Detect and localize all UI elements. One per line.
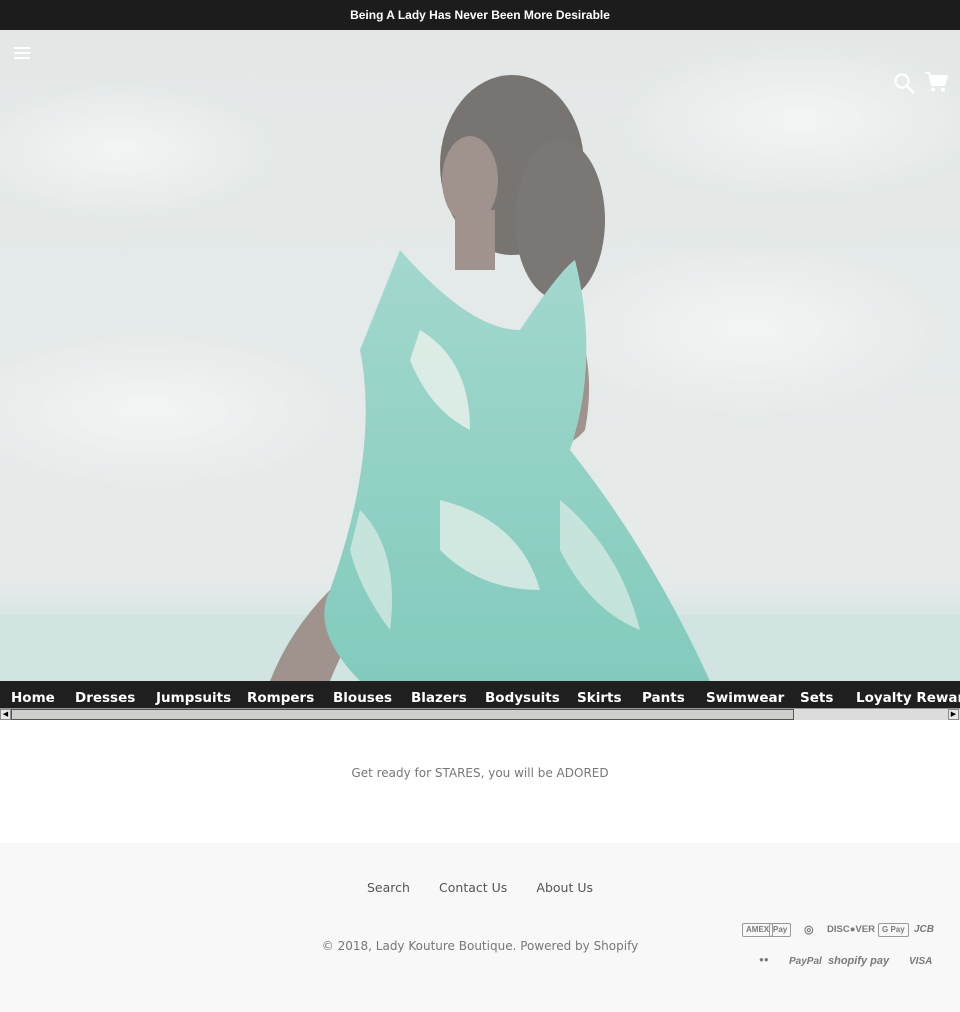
category-nav: Home Dresses Jumpsuits Rompers Blouses B… (0, 681, 960, 708)
nav-item-loyalty-rewards[interactable]: Loyalty Rewards (856, 681, 960, 708)
hamburger-menu-icon[interactable] (14, 44, 36, 62)
nav-item-skirts[interactable]: Skirts (577, 681, 621, 708)
hero-overlay (0, 30, 960, 681)
tagline: Get ready for STARES, you will be ADORED (351, 766, 609, 780)
footer-link-search[interactable]: Search (367, 880, 410, 895)
search-icon[interactable] (893, 72, 915, 94)
nav-item-pants[interactable]: Pants (642, 681, 685, 708)
cart-icon[interactable] (924, 71, 948, 93)
footer-link-about-us[interactable]: About Us (536, 880, 593, 895)
scroll-left-arrow-icon[interactable]: ◀ (0, 709, 11, 720)
nav-item-dresses[interactable]: Dresses (75, 681, 135, 708)
hero-banner (0, 30, 960, 681)
nav-item-home[interactable]: Home (11, 681, 55, 708)
copyright: © 2018, Lady Kouture Boutique. Powered b… (321, 939, 639, 953)
site-footer: Search Contact Us About Us © 2018, Lady … (0, 843, 960, 1012)
nav-horizontal-scrollbar[interactable]: ◀ ▶ (0, 708, 960, 720)
nav-item-rompers[interactable]: Rompers (247, 681, 314, 708)
nav-item-jumpsuits[interactable]: Jumpsuits (156, 681, 231, 708)
shopify-pay-icon: shopify pay (828, 955, 890, 967)
nav-item-sets[interactable]: Sets (800, 681, 833, 708)
apple-pay-icon: Pay (769, 923, 792, 937)
nav-item-swimwear[interactable]: Swimwear (706, 681, 784, 708)
footer-link-contact-us[interactable]: Contact Us (439, 880, 507, 895)
scrollbar-thumb[interactable] (11, 709, 794, 720)
announcement-bar: Being A Lady Has Never Been More Desirab… (0, 0, 960, 30)
announcement-text: Being A Lady Has Never Been More Desirab… (350, 8, 610, 22)
footer-links: Search Contact Us About Us (0, 877, 960, 896)
discover-icon: DISC●VER (827, 924, 875, 935)
jcb-icon: JCB (914, 924, 935, 935)
visa-icon: VISA (909, 956, 933, 967)
diners-club-icon: ◎ (804, 924, 814, 936)
nav-item-bodysuits[interactable]: Bodysuits (485, 681, 560, 708)
mastercard-icon: ●● (759, 955, 769, 964)
paypal-icon: PayPal (789, 956, 822, 967)
nav-item-blouses[interactable]: Blouses (333, 681, 392, 708)
nav-item-blazers[interactable]: Blazers (411, 681, 467, 708)
google-pay-icon: G Pay (878, 923, 909, 937)
scroll-right-arrow-icon[interactable]: ▶ (948, 709, 959, 720)
